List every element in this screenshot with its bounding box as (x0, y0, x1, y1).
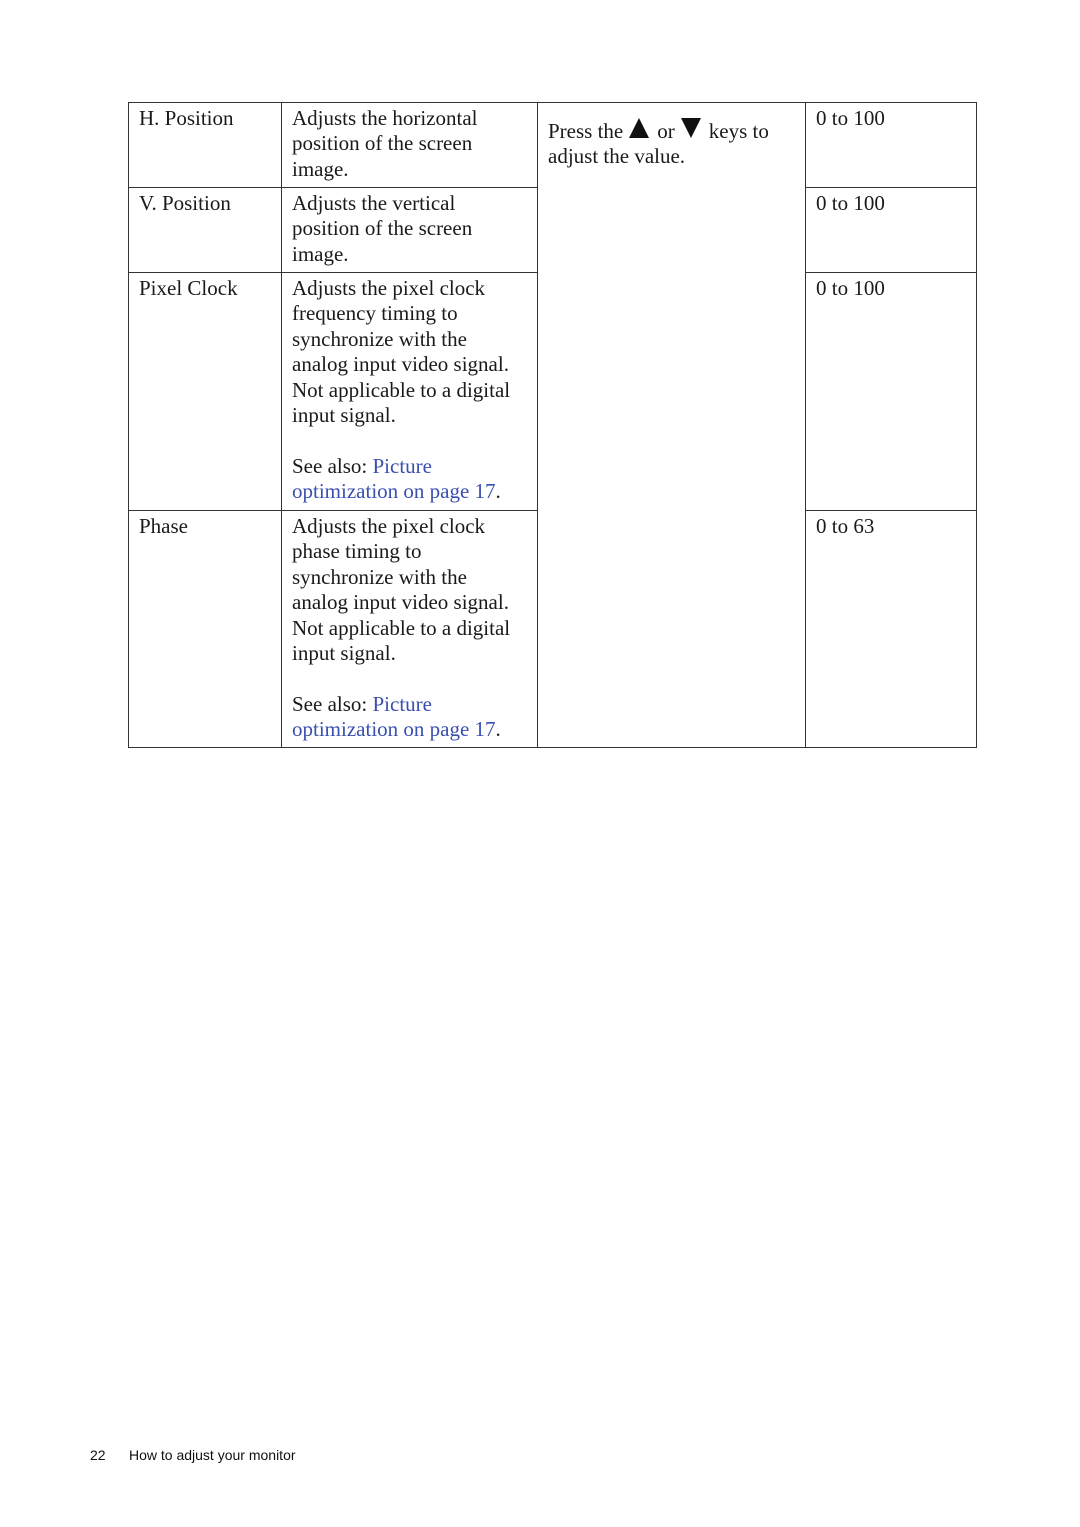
table-row: Phase (129, 511, 281, 539)
setting-description: Adjusts the vertical position of the scr… (282, 188, 537, 267)
picture-optimization-link[interactable]: optimization on page 17 (292, 479, 496, 503)
description-line: Adjusts the vertical (292, 191, 456, 215)
description-line: position of the screen (292, 216, 473, 241)
press-text: Press the (548, 119, 624, 143)
picture-optimization-link[interactable]: Picture (372, 454, 431, 478)
description-line: analog input video signal. (292, 352, 509, 377)
see-also-label: See also: (292, 691, 373, 716)
description-line: synchronize with the (292, 564, 467, 589)
setting-name: Phase (139, 514, 188, 538)
description-line: phase timing to (292, 539, 422, 564)
setting-range: 0 to 100 (806, 273, 978, 301)
table-row: Pixel Clock (129, 273, 281, 301)
setting-name: H. Position (139, 106, 234, 130)
setting-range: 0 to 63 (806, 511, 978, 539)
description-line: synchronize with the (292, 326, 467, 351)
setting-description: Adjusts the pixel clock phase timing to … (282, 511, 537, 743)
see-also-label: See also: (292, 453, 373, 478)
setting-name: Pixel Clock (139, 276, 238, 300)
picture-optimization-link[interactable]: optimization on page 17 (292, 717, 496, 741)
table-row: V. Position (129, 188, 281, 216)
description-line: Adjusts the pixel clock (292, 276, 486, 300)
setting-description: Adjusts the horizontal position of the s… (282, 103, 537, 182)
adjust-value-text: adjust the value. (548, 144, 686, 169)
or-text: or (657, 119, 675, 143)
section-title: How to adjust your monitor (129, 1447, 296, 1463)
period: . (495, 479, 501, 504)
description-line: position of the screen (292, 131, 473, 156)
keys-to-text: keys to (708, 119, 769, 143)
description-line: Not applicable to a digital (292, 615, 511, 640)
range-value: 0 to 63 (816, 514, 875, 538)
range-value: 0 to 100 (816, 191, 885, 215)
period: . (495, 717, 501, 742)
setting-range: 0 to 100 (806, 103, 978, 131)
settings-table: H. Position Adjusts the horizontal posit… (128, 102, 977, 748)
page-number: 22 (90, 1447, 106, 1463)
range-value: 0 to 100 (816, 106, 885, 130)
triangle-down-icon (680, 118, 701, 138)
description-line: input signal. (292, 403, 396, 428)
range-value: 0 to 100 (816, 276, 885, 300)
operation-instructions: Press the or keys to adjust the value. (538, 115, 805, 170)
column-divider (537, 103, 538, 747)
description-line: image. (292, 156, 349, 181)
description-line: Adjusts the pixel clock (292, 514, 486, 538)
description-line: input signal. (292, 641, 396, 666)
setting-range: 0 to 100 (806, 188, 978, 216)
setting-name: V. Position (139, 191, 231, 215)
setting-description: Adjusts the pixel clock frequency timing… (282, 273, 537, 505)
description-line: frequency timing to (292, 301, 458, 326)
description-line: analog input video signal. (292, 590, 509, 615)
table-row: H. Position (129, 103, 281, 131)
picture-optimization-link[interactable]: Picture (372, 692, 431, 716)
description-line: image. (292, 241, 349, 266)
description-line: Not applicable to a digital (292, 377, 511, 402)
triangle-up-icon (629, 118, 650, 138)
description-line: Adjusts the horizontal (292, 106, 478, 130)
